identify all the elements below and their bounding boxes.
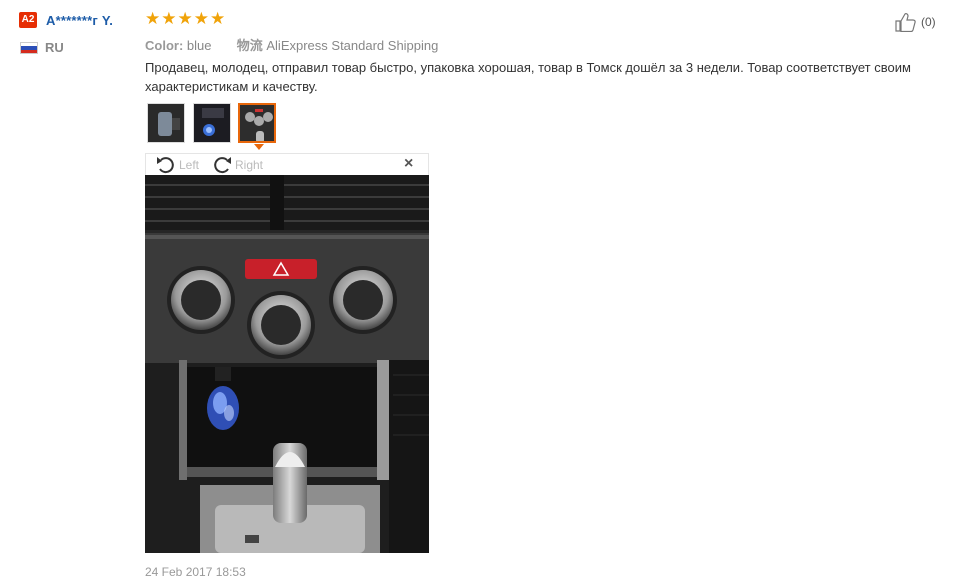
helpful-count: (0) <box>921 15 936 29</box>
review-text: Продавец, молодец, отправил товар быстро… <box>145 60 911 94</box>
order-info: Color: blue 物流 AliExpress Standard Shipp… <box>145 35 438 54</box>
star-rating: ★★★★★ <box>145 9 226 29</box>
color-value: blue <box>186 38 212 53</box>
buyer-level-badge: A2 <box>19 12 37 28</box>
rotate-right-icon <box>214 157 231 174</box>
star-icon: ★ <box>210 9 226 28</box>
selected-thumb-indicator <box>254 144 264 150</box>
star-icon: ★ <box>177 9 193 28</box>
shipping-value: AliExpress Standard Shipping <box>266 38 439 53</box>
star-icon: ★ <box>161 9 177 28</box>
shipping-label: 物流 <box>236 38 263 53</box>
thumbs-up-icon <box>895 13 916 32</box>
rotate-right-label: Right <box>235 158 264 172</box>
review-photo-thumb-1[interactable] <box>147 103 185 143</box>
review-photo-thumb-2[interactable] <box>193 103 231 143</box>
review-photo-thumb-3[interactable] <box>238 103 276 143</box>
star-icon: ★ <box>145 9 161 28</box>
star-icon: ★ <box>193 9 209 28</box>
russia-flag-icon <box>20 42 38 54</box>
close-icon[interactable]: × <box>404 156 413 172</box>
rotate-right-button[interactable]: Right <box>211 155 263 175</box>
buyer-name: A*******г Y. <box>46 13 114 28</box>
rotate-left-label: Left <box>179 158 200 172</box>
rotate-left-icon <box>157 157 174 174</box>
review-timestamp: 24 Feb 2017 18:53 <box>145 565 246 579</box>
review-photo <box>145 175 429 553</box>
color-label: Color: <box>145 38 184 53</box>
helpful-button[interactable]: (0) <box>895 12 936 32</box>
buyer-country: RU <box>45 40 64 55</box>
rotate-left-button[interactable]: Left <box>155 155 199 175</box>
